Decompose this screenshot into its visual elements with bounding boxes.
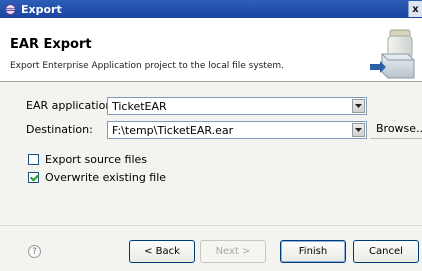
ear-application-combo[interactable]: TicketEAR [107,97,367,115]
chevron-down-icon[interactable] [352,99,365,113]
ear-application-value: TicketEAR [112,100,167,113]
export-source-files-label: Export source files [45,153,148,166]
page-description: Export Enterprise Application project to… [10,61,285,71]
close-button[interactable]: x [408,1,422,17]
page-title: EAR Export [10,37,92,52]
export-source-files-option[interactable]: Export source files [28,153,147,166]
browse-button[interactable]: Browse... [370,119,422,139]
cancel-button[interactable]: Cancel [353,240,419,263]
next-button[interactable]: Next > [200,240,266,263]
export-wizard-icon [368,28,418,80]
title-bar: Export x [0,0,422,18]
overwrite-existing-file-option[interactable]: Overwrite existing file [28,171,166,184]
destination-value: F:\temp\TicketEAR.ear [112,124,234,137]
back-button[interactable]: < Back [129,240,195,263]
ear-application-label: EAR application: [26,99,116,112]
export-source-files-checkbox[interactable] [28,154,39,165]
chevron-down-icon[interactable] [352,123,365,137]
overwrite-existing-file-checkbox[interactable] [28,172,39,183]
destination-label: Destination: [26,123,93,136]
finish-button[interactable]: Finish [280,240,346,263]
wizard-header: EAR Export Export Enterprise Application… [0,18,422,82]
overwrite-existing-file-label: Overwrite existing file [45,171,167,184]
help-icon[interactable]: ? [28,245,41,258]
window-title: Export [21,2,62,16]
footer-divider [0,225,422,226]
destination-combo[interactable]: F:\temp\TicketEAR.ear [107,121,367,139]
eclipse-icon [5,3,16,15]
